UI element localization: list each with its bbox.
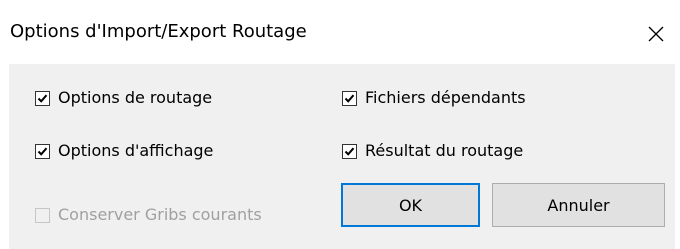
checkbox-options-routage[interactable]: Options de routage <box>35 86 212 110</box>
checkbox-label: Options de routage <box>58 88 213 107</box>
ok-button[interactable]: OK <box>341 183 480 227</box>
checkbox-label: Fichiers dépendants <box>365 88 526 107</box>
cancel-button[interactable]: Annuler <box>492 183 665 227</box>
checkbox-box[interactable] <box>342 143 357 159</box>
checkbox-label: Options d'affichage <box>58 141 214 160</box>
checkbox-label: Conserver Gribs courants <box>58 205 262 224</box>
checkbox-resultat-routage[interactable]: Résultat du routage <box>342 139 523 163</box>
window-edge <box>675 64 680 249</box>
checkmark-icon <box>344 94 355 103</box>
checkbox-conserver-gribs: Conserver Gribs courants <box>35 203 262 227</box>
checkmark-icon <box>37 147 48 156</box>
title-bar: Options d'Import/Export Routage <box>0 0 680 64</box>
import-export-dialog: Options d'Import/Export Routage Options … <box>0 0 680 249</box>
close-button[interactable] <box>636 17 676 51</box>
checkbox-options-affichage[interactable]: Options d'affichage <box>35 139 213 163</box>
dialog-title: Options d'Import/Export Routage <box>10 21 307 42</box>
close-icon <box>648 26 664 42</box>
checkmark-icon <box>344 147 355 156</box>
checkbox-box[interactable] <box>342 90 357 106</box>
checkbox-box[interactable] <box>35 143 50 159</box>
checkbox-box <box>35 207 50 223</box>
checkmark-icon <box>37 94 48 103</box>
checkbox-box[interactable] <box>35 90 50 106</box>
checkbox-label: Résultat du routage <box>365 141 524 160</box>
checkbox-fichiers-dependants[interactable]: Fichiers dépendants <box>342 86 526 110</box>
